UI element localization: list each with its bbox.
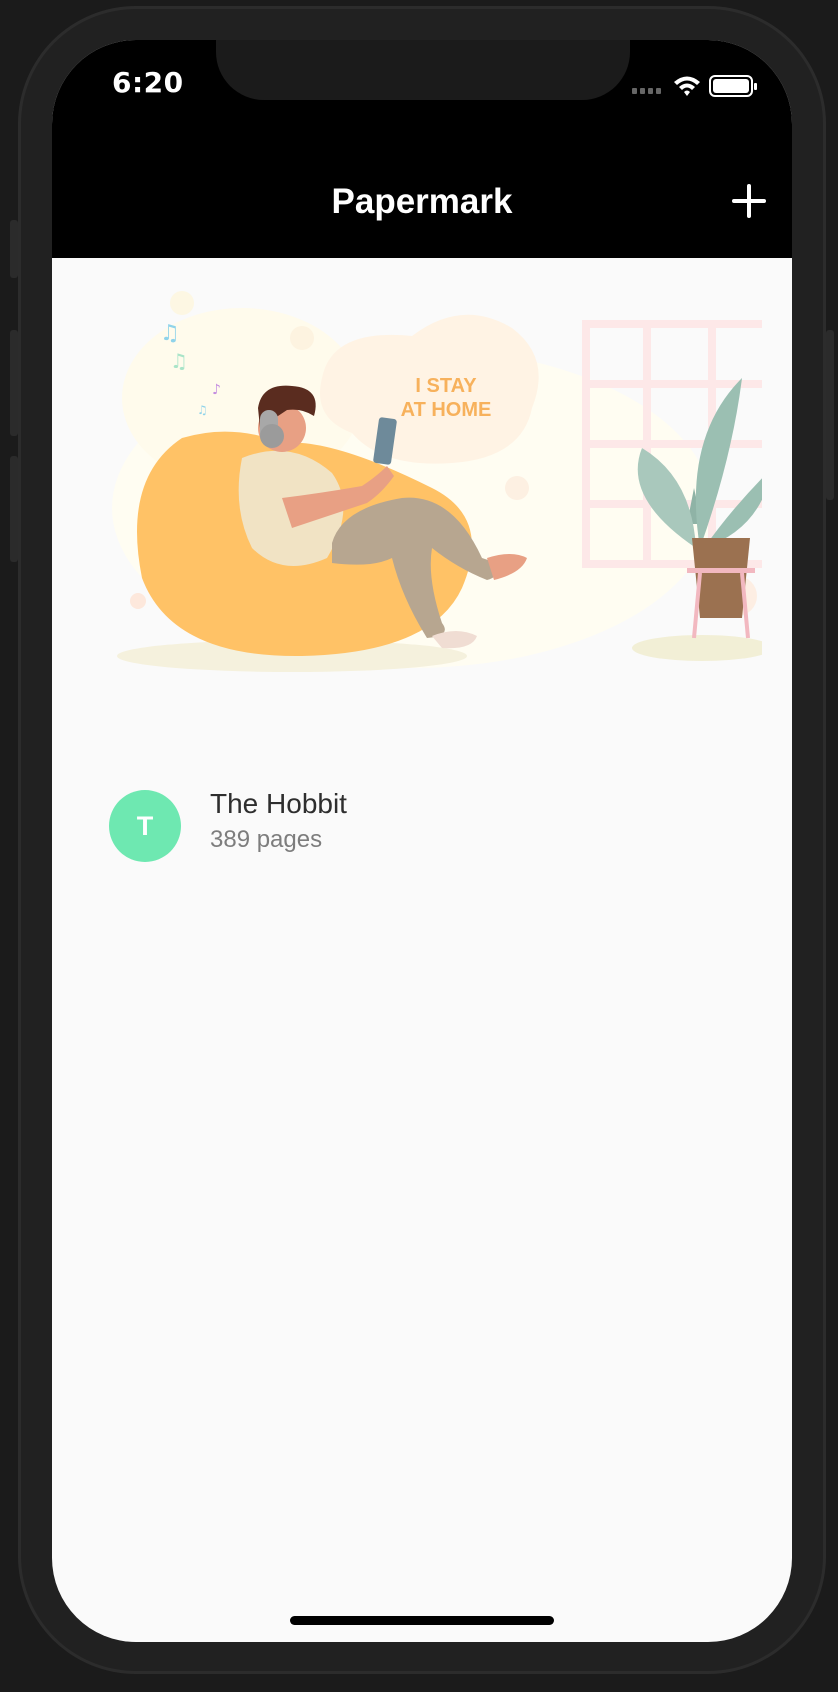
status-time: 6:20 [112,66,184,99]
svg-text:♫: ♫ [160,321,180,346]
navigation-bar: Papermark [52,140,792,258]
hero-illustration: I STAY AT HOME ♫ ♫ ♪ ♫ [82,258,776,718]
hero-text-line-2: AT HOME [401,399,492,421]
battery-icon [709,75,757,97]
book-avatar: T [109,790,181,862]
hero-text-line-1: I STAY [415,375,477,397]
notch [216,40,630,100]
book-page-count: 389 pages [210,826,323,853]
svg-text:♫: ♫ [170,349,188,373]
status-bar: 6:20 [52,40,792,140]
page-title: Papermark [331,182,513,221]
power-button [826,330,834,500]
home-indicator[interactable] [290,1616,554,1625]
signal-icon [632,88,661,94]
volume-down-button [10,456,18,562]
svg-text:♫: ♫ [197,403,208,417]
book-list-item[interactable]: T The Hobbit 389 pages [52,760,792,880]
svg-text:♪: ♪ [212,382,221,398]
silent-switch [10,220,18,278]
wifi-icon [674,76,700,96]
status-icons [632,74,762,98]
volume-up-button [10,330,18,436]
app-screen: 6:20 Papermark I STAY AT HOME ♫ ♫ ♪ ♫ T … [52,40,792,1642]
add-book-button[interactable] [732,184,766,218]
book-title: The Hobbit [210,788,347,819]
